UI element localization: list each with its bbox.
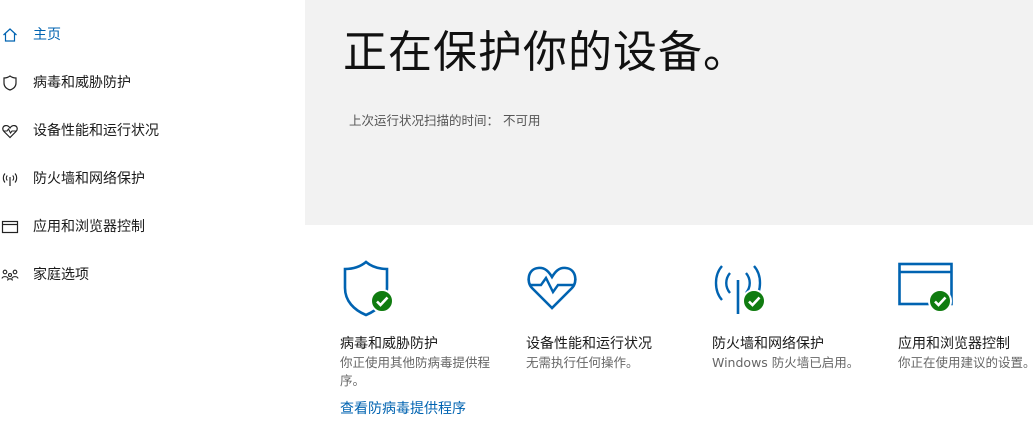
tile-description: 无需执行任何操作。 [526,355,639,370]
sidebar-item-virus-protection[interactable]: 病毒和威胁防护 [0,66,305,100]
sidebar-item-home[interactable]: 主页 [0,18,305,52]
antenna-check-icon [714,265,766,314]
sidebar-item-family-options[interactable]: 家庭选项 [0,258,305,292]
sidebar-item-label: 防火墙和网络保护 [33,171,145,187]
home-icon [3,28,17,42]
sidebar-item-label: 设备性能和运行状况 [33,123,159,139]
browser-window-icon [1,220,19,234]
browser-window-check-icon [898,262,953,313]
sidebar-item-device-health[interactable]: 设备性能和运行状况 [0,114,305,148]
sidebar-item-label: 病毒和威胁防护 [33,75,131,91]
sidebar-item-label: 家庭选项 [33,267,89,283]
tile-title: 防火墙和网络保护 [712,336,824,352]
page-title: 正在保护你的设备。 [343,27,748,78]
shield-icon [3,75,17,91]
view-antivirus-provider-link[interactable]: 查看防病毒提供程序 [340,400,466,418]
sidebar-item-app-browser-control[interactable]: 应用和浏览器控制 [0,210,305,244]
status-banner: 正在保护你的设备。 上次运行状况扫描的时间： 不可用 [305,0,1033,225]
antenna-icon [2,173,18,186]
heart-pulse-icon [2,124,18,139]
sidebar-item-label: 主页 [33,27,61,43]
last-scan-time: 上次运行状况扫描的时间： 不可用 [349,113,541,128]
shield-check-icon [343,260,394,317]
tile-description: 你正在使用建议的设置。 [898,355,1033,370]
tile-description: Windows 防火墙已启用。 [712,355,860,370]
tile-title: 设备性能和运行状况 [526,336,652,352]
sidebar-item-firewall[interactable]: 防火墙和网络保护 [0,162,305,196]
tile-description: 你正使用其他防病毒提供程序。 [340,355,491,388]
heart-pulse-check-icon [527,266,577,310]
sidebar-item-label: 应用和浏览器控制 [33,219,145,235]
family-icon [1,269,19,281]
tile-title: 应用和浏览器控制 [898,336,1010,352]
tile-title: 病毒和威胁防护 [340,336,438,352]
sidebar: 主页 病毒和威胁防护 设备性能和运行状况 防火墙和网络保护 应用和浏览器控制 家… [0,0,305,429]
